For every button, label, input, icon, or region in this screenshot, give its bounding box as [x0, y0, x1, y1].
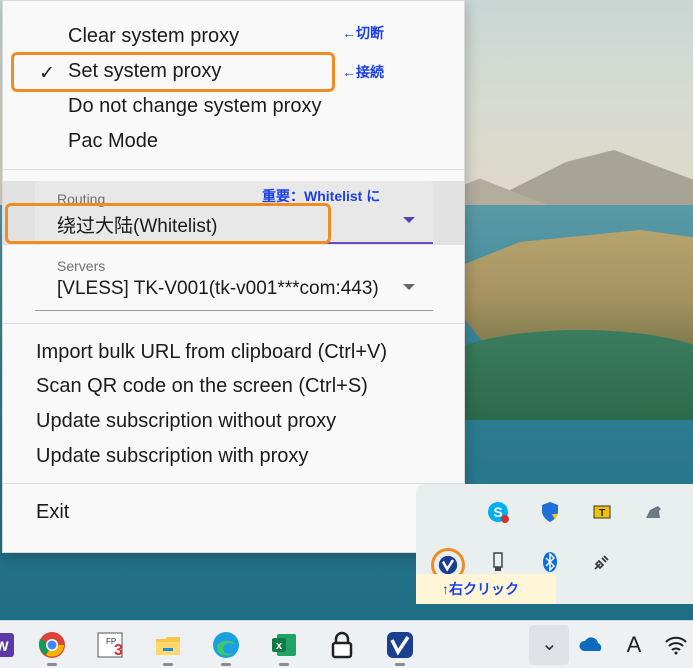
fp3-icon[interactable]: FP 3 — [94, 629, 126, 661]
menu-item-exit[interactable]: Exit — [36, 501, 69, 524]
chevron-down-icon — [403, 217, 415, 223]
wallpaper-island — [440, 330, 693, 420]
annotation-tray-caption-box: ↑右クリック — [416, 574, 556, 604]
menu-item-clear-system-proxy[interactable]: Clear system proxy — [68, 25, 239, 48]
annotation-routing: 重要：Whitelist に — [262, 188, 381, 204]
menu-item-scan-qr[interactable]: Scan QR code on the screen (Ctrl+S) — [36, 375, 368, 398]
chevron-down-icon — [403, 284, 415, 290]
servers-underline — [35, 310, 433, 311]
running-indicator — [279, 663, 289, 666]
plug-icon[interactable] — [588, 548, 616, 576]
running-indicator — [221, 663, 231, 666]
menu-item-update-sub-proxy[interactable]: Update subscription with proxy — [36, 445, 308, 468]
running-indicator — [395, 663, 405, 666]
usb-yellow-icon[interactable]: T — [588, 498, 616, 526]
menu-item-update-sub-no-proxy[interactable]: Update subscription without proxy — [36, 410, 336, 433]
ime-indicator[interactable]: A — [618, 629, 650, 661]
taskbar: W FP 3 x ⌄ A — [0, 620, 693, 668]
word-icon[interactable]: W — [0, 629, 18, 661]
svg-text:W: W — [0, 638, 9, 654]
annotation-set: ←接続 — [342, 64, 384, 80]
bluetooth-icon[interactable] — [536, 548, 564, 576]
chevron-up-icon: ⌄ — [541, 633, 558, 655]
annotation-box-set-proxy — [11, 52, 335, 92]
menu-item-pac-mode[interactable]: Pac Mode — [68, 130, 158, 153]
annotation-clear: ←切断 — [342, 25, 384, 41]
lock-icon[interactable] — [326, 629, 358, 661]
skype-icon[interactable]: S — [484, 498, 512, 526]
svg-text:x: x — [276, 640, 283, 652]
servers-dropdown[interactable]: Servers [VLESS] TK-V001(tk-v001***com:44… — [35, 248, 433, 311]
svg-text:T: T — [599, 508, 605, 519]
horse-icon[interactable] — [640, 498, 668, 526]
running-indicator — [47, 663, 57, 666]
file-explorer-icon[interactable] — [152, 629, 184, 661]
servers-label: Servers — [57, 258, 106, 274]
menu-item-do-not-change-proxy[interactable]: Do not change system proxy — [68, 95, 321, 118]
annotation-box-routing — [5, 203, 331, 244]
annotation-tray: ↑右クリック — [442, 581, 519, 597]
usb-icon[interactable] — [484, 548, 512, 576]
onedrive-icon[interactable] — [576, 629, 608, 661]
servers-value: [VLESS] TK-V001(tk-v001***com:443) — [57, 278, 379, 299]
svg-text:3: 3 — [114, 642, 123, 659]
menu-separator — [3, 169, 464, 170]
menu-separator — [3, 483, 464, 484]
wifi-icon[interactable] — [660, 629, 692, 661]
menu-item-import-bulk-url[interactable]: Import bulk URL from clipboard (Ctrl+V) — [36, 341, 387, 364]
chrome-icon[interactable] — [36, 629, 68, 661]
v2rayn-icon[interactable] — [384, 629, 416, 661]
defender-icon[interactable] — [536, 498, 564, 526]
excel-icon[interactable]: x — [268, 629, 300, 661]
running-indicator — [163, 663, 173, 666]
edge-icon[interactable] — [210, 629, 242, 661]
show-hidden-icons-button[interactable]: ⌄ — [529, 625, 569, 665]
menu-separator — [3, 323, 464, 324]
